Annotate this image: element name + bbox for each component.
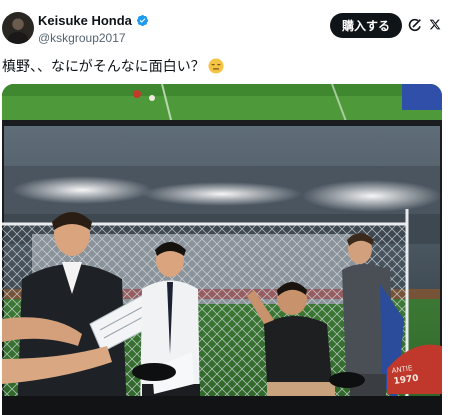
verified-badge-icon — [136, 14, 148, 27]
author-handle[interactable]: @kskgroup2017 — [38, 31, 126, 45]
post-header: Keisuke Honda @kskgroup2017 購入する — [0, 0, 450, 56]
buy-button[interactable]: 購入する — [330, 13, 402, 38]
post-text: 槙野、、なにがそんなに面白い？ — [2, 56, 224, 76]
photo-scene: 1970 ANTIE — [2, 84, 442, 415]
avatar[interactable] — [2, 12, 34, 44]
x-icon[interactable] — [429, 18, 441, 31]
post-text-body: 槙野、、なにがそんなに面白い？ — [2, 59, 205, 75]
expressionless-face-emoji — [208, 58, 224, 74]
author-name-row[interactable]: Keisuke Honda — [38, 13, 149, 28]
grok-icon[interactable] — [407, 17, 423, 33]
author-display-name[interactable]: Keisuke Honda — [38, 13, 132, 28]
post-media-photo[interactable]: 1970 ANTIE — [2, 84, 442, 415]
